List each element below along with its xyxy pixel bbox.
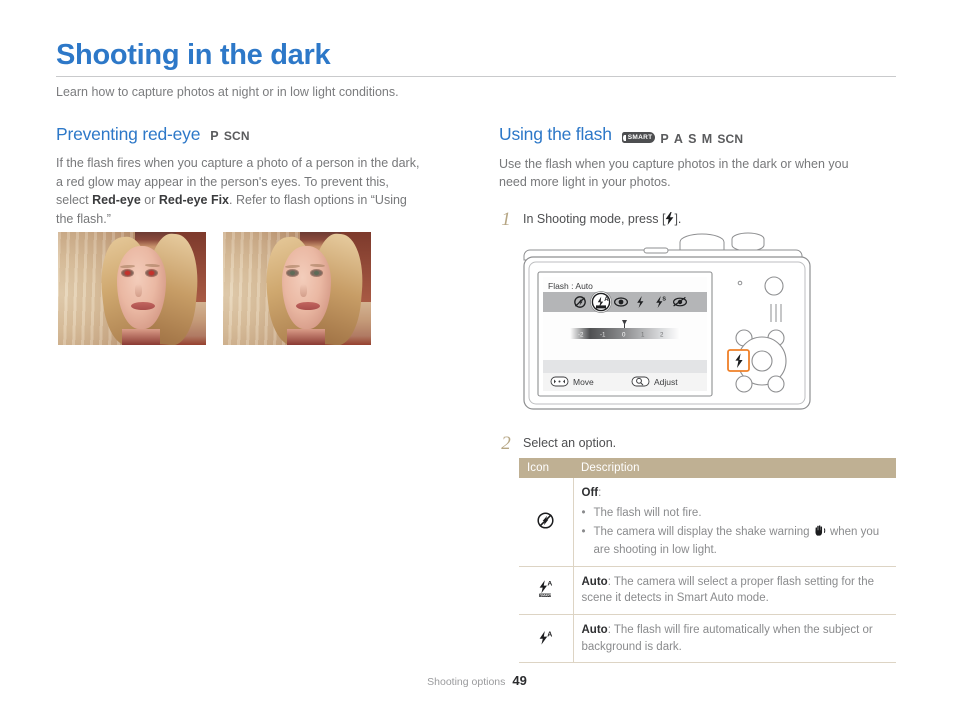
- footer-page-number: 49: [512, 673, 527, 688]
- left-column: Preventing red-eye P SCN If the flash fi…: [56, 124, 456, 228]
- term-red-eye-fix: Red-eye Fix: [158, 193, 230, 207]
- bullet-dot: •: [581, 526, 586, 538]
- step-2-number: 2: [501, 433, 511, 454]
- flash-off-icon: [519, 478, 574, 567]
- mode-badge-a: A: [673, 131, 684, 146]
- left-para-line2: a red glow may appear in the person's ey…: [56, 174, 389, 189]
- svg-text:SMART: SMART: [540, 594, 552, 598]
- bullet-text-2: The camera will display the shake warnin…: [594, 524, 889, 559]
- svg-text:Flash : Auto: Flash : Auto: [548, 281, 593, 291]
- svg-text:S: S: [662, 296, 666, 302]
- table-row-smart-auto: A SMART Auto: The camera will select a p…: [519, 566, 896, 616]
- svg-text:Move: Move: [573, 377, 594, 387]
- svg-text:0: 0: [622, 332, 626, 339]
- left-para-line1: If the flash fires when you capture a ph…: [56, 156, 420, 170]
- left-para-line3c: or: [140, 193, 159, 207]
- flash-options-table: Icon Description Off: • The flash will n…: [519, 458, 896, 664]
- table-header-row: Icon Description: [519, 458, 896, 478]
- page-footer: Shooting options 49: [0, 672, 954, 690]
- svg-text:-1: -1: [600, 332, 606, 339]
- table-row-auto: A Auto: The flash will fire automaticall…: [519, 614, 896, 664]
- page-subtitle: Learn how to capture photos at night or …: [56, 85, 399, 100]
- photo-red-eye: [58, 232, 206, 345]
- mode-badges-right: SMART P A S M SCN: [621, 131, 744, 146]
- section-header-using-the-flash: Using the flash SMART P A S M SCN: [499, 124, 896, 146]
- mode-badge-s: S: [688, 131, 697, 146]
- svg-text:A: A: [604, 297, 609, 303]
- table-cell-auto-description: Auto: The flash will fire automatically …: [573, 614, 896, 664]
- svg-text:Adjust: Adjust: [654, 377, 678, 387]
- svg-text:-2: -2: [578, 332, 584, 339]
- table-cell-off-description: Off: • The flash will not fire. • The ca…: [573, 478, 896, 567]
- svg-text:1: 1: [641, 332, 645, 339]
- left-body-text: If the flash fires when you capture a ph…: [56, 154, 456, 228]
- step-2-text: Select an option.: [523, 436, 617, 450]
- step-1-text: In Shooting mode, press [ ].: [523, 209, 681, 229]
- sample-photos: [58, 232, 371, 345]
- option-title-off: Off: [581, 487, 599, 499]
- table-cell-smart-auto-description: Auto: The camera will select a proper fl…: [573, 566, 896, 616]
- mode-badge-scn: SCN: [717, 131, 744, 146]
- bullet-text-1: The flash will not fire.: [593, 506, 702, 519]
- svg-text:2: 2: [660, 332, 664, 339]
- bullet-dot: •: [581, 506, 586, 519]
- shake-warning-icon: [814, 525, 826, 542]
- term-red-eye: Red-eye: [92, 193, 141, 207]
- option-desc-smart-auto: The camera will select a proper flash se…: [581, 575, 875, 605]
- svg-text:A: A: [547, 631, 552, 638]
- list-item: • The camera will display the shake warn…: [582, 524, 889, 559]
- photo-red-eye-corrected: [223, 232, 371, 345]
- camera-illustration: Flash : Auto A S -2 -1 0 1 2 Move Adjust: [522, 228, 812, 413]
- left-para-line4: the flash.”: [56, 211, 111, 226]
- svg-text:A: A: [547, 581, 552, 588]
- option-off-bullets: • The flash will not fire. • The camera …: [582, 505, 889, 559]
- eye-right-normal: [311, 269, 323, 276]
- right-body-text: Use the flash when you capture photos in…: [499, 155, 896, 192]
- section-header-preventing-red-eye: Preventing red-eye P SCN: [56, 124, 456, 145]
- step-2: 2 Select an option.: [499, 433, 896, 453]
- step-1-text-before: In Shooting mode, press [: [523, 211, 666, 226]
- left-para-line3e: . Refer to flash options in “Using: [229, 193, 407, 207]
- section-title-flash: Using the flash: [499, 124, 612, 144]
- step-1-text-after: ].: [674, 211, 682, 226]
- step-1: 1 In Shooting mode, press [ ].: [499, 209, 896, 229]
- flash-auto-icon: A: [519, 614, 574, 664]
- page-title: Shooting in the dark: [56, 39, 331, 71]
- option-desc-auto: The flash will fire automatically when t…: [581, 624, 873, 653]
- step-1-number: 1: [501, 208, 511, 230]
- title-block: Shooting in the dark Learn how to captur…: [56, 40, 896, 101]
- mode-badge-p: P: [660, 131, 669, 146]
- right-para-line1: Use the flash when you capture photos in…: [499, 156, 849, 171]
- option-title-smart-auto: Auto: [581, 575, 608, 588]
- right-para-line2: need more light in your photos.: [499, 175, 671, 189]
- mode-badge-scn: SCN: [223, 129, 250, 143]
- mode-badge-m: M: [701, 131, 713, 146]
- title-divider: [56, 76, 896, 78]
- table-row-off: Off: • The flash will not fire. • The ca…: [519, 478, 896, 567]
- option-title-off-suffix: :: [598, 487, 602, 499]
- section-title: Preventing red-eye: [56, 124, 201, 144]
- mode-badges-left: P SCN: [210, 129, 249, 143]
- option-title-auto: Auto: [581, 624, 608, 636]
- footer-section-label: Shooting options: [427, 676, 506, 688]
- column-header-description: Description: [573, 458, 896, 478]
- left-para-line3a: select: [56, 193, 93, 207]
- right-column: Using the flash SMART P A S M SCN Use th…: [499, 124, 896, 229]
- flash-smart-auto-icon: A SMART: [519, 566, 574, 616]
- mode-badge-smart: SMART: [621, 132, 656, 143]
- mode-badge-p: P: [210, 129, 219, 143]
- list-item: • The flash will not fire.: [582, 505, 889, 521]
- manual-page: Shooting in the dark Learn how to captur…: [0, 0, 954, 720]
- column-header-icon: Icon: [519, 458, 573, 478]
- eye-right-red: [146, 269, 158, 276]
- bullet-text-2-before: The camera will display the shake warnin…: [593, 526, 813, 538]
